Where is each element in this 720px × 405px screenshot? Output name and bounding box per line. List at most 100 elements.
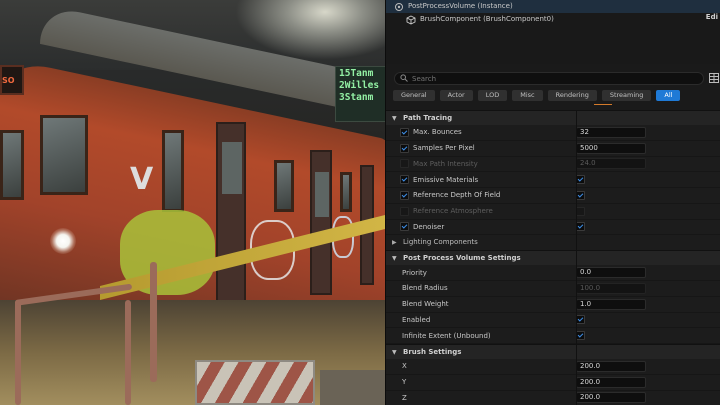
search-input[interactable] [412,74,662,83]
property-label: Infinite Extent (Unbound) [402,331,491,340]
tree-item-label: BrushComponent (BrushComponent0) [420,15,554,23]
train-window [340,172,352,212]
property-label: X [402,362,407,371]
grid-view-icon[interactable] [709,72,719,84]
handrail-post [150,262,157,382]
category-ppv-settings[interactable]: ▼ Post Process Volume Settings [386,250,720,266]
category-path-tracing[interactable]: ▼ Path Tracing [386,110,720,125]
property-blend-weight: Blend Weight 1.0 [386,296,720,313]
property-enabled: Enabled [386,312,720,329]
max-path-intensity-field[interactable]: 24.0 [576,158,646,170]
filter-tab-streaming[interactable]: Streaming [601,90,652,101]
brush-x-field[interactable]: 200.0 [576,360,646,372]
train-door [310,150,332,295]
override-checkbox[interactable] [400,143,409,153]
search-box[interactable] [394,72,704,85]
property-blend-radius: Blend Radius 100.0 [386,281,720,297]
details-panel: PostProcessVolume (Instance) BrushCompon… [385,0,720,405]
blend-weight-field[interactable]: 1.0 [576,298,646,310]
destination-line: 2Willes [339,80,380,91]
tree-item-label: PostProcessVolume (Instance) [408,2,513,10]
tree-item-root[interactable]: PostProcessVolume (Instance) [386,0,720,13]
enabled-checkbox[interactable] [576,315,585,325]
priority-field[interactable]: 0.0 [576,267,646,279]
property-reference-atmosphere: Reference Atmosphere [386,203,720,220]
reference-dof-checkbox[interactable] [576,190,585,200]
property-label: Priority [402,268,427,277]
brush-z-field[interactable]: 200.0 [576,392,646,404]
actor-icon [394,2,404,12]
property-label: Reference Depth Of Field [413,191,501,200]
property-label: Emissive Materials [413,175,479,184]
property-infinite-extent: Infinite Extent (Unbound) [386,328,720,344]
property-label: Max Path Intensity [413,159,478,168]
cube-icon [406,14,416,25]
override-checkbox[interactable] [400,159,409,169]
category-lighting-components[interactable]: ▶ Lighting Components [386,235,720,251]
samples-per-pixel-field[interactable]: 5000 [576,142,646,154]
train-logo: V [130,162,154,197]
destination-line: 3Stanm [339,92,374,103]
blend-radius-field[interactable]: 100.0 [576,282,646,294]
edit-link[interactable]: Edi [706,13,718,21]
handrail-post [125,300,131,405]
filter-tab-misc[interactable]: Misc [512,90,543,101]
column-divider[interactable] [576,110,577,405]
reference-atmosphere-checkbox[interactable] [576,206,585,216]
category-title: Path Tracing [403,113,453,122]
safety-barrier [195,360,315,405]
property-denoiser: Denoiser [386,219,720,236]
floor-tray [320,370,385,405]
filter-tab-lod[interactable]: LOD [477,90,508,101]
filter-indicator [594,104,612,105]
property-emissive-materials: Emissive Materials [386,172,720,188]
filter-tab-general[interactable]: General [393,90,435,101]
category-brush-settings[interactable]: ▼ Brush Settings [386,344,720,359]
property-label: Denoiser [413,222,445,231]
filter-tabs: General Actor LOD Misc Rendering Streami… [393,90,681,101]
infinite-extent-checkbox[interactable] [576,331,585,341]
component-tree: PostProcessVolume (Instance) BrushCompon… [386,0,720,64]
property-label: Z [402,393,407,402]
search-icon [400,73,408,84]
category-title: Lighting Components [403,238,478,247]
property-label: Max. Bounces [413,128,462,137]
property-max-bounces: Max. Bounces 32 [386,125,720,141]
override-checkbox[interactable] [400,175,409,185]
train-number-plate: SO [0,65,24,95]
property-brush-y: Y 200.0 [386,374,720,391]
override-checkbox[interactable] [400,190,409,200]
filter-tab-all[interactable]: All [656,90,681,101]
override-checkbox[interactable] [400,206,409,216]
filter-tab-rendering[interactable]: Rendering [547,90,597,101]
train-window [40,115,88,195]
chevron-down-icon: ▼ [392,114,397,122]
property-brush-x: X 200.0 [386,359,720,375]
level-viewport[interactable]: V SO 15Tanm 2Willes 3Stanm [0,0,385,405]
override-checkbox[interactable] [400,127,409,137]
property-priority: Priority 0.0 [386,265,720,281]
category-title: Brush Settings [403,347,462,356]
max-bounces-field[interactable]: 32 [576,126,646,138]
train-headlight [50,228,76,254]
destination-line: 15Tanm [339,68,374,79]
property-label: Blend Radius [402,284,448,293]
train-window [0,130,24,200]
property-brush-z: Z 200.0 [386,390,720,405]
property-list: ▼ Path Tracing Max. Bounces 32 Samples P… [386,110,720,405]
emissive-materials-checkbox[interactable] [576,175,585,185]
handrail-post [15,300,21,405]
tree-item-child[interactable]: BrushComponent (BrushComponent0) [386,13,720,26]
filter-tab-actor[interactable]: Actor [439,90,473,101]
property-label: Y [402,378,407,387]
chevron-down-icon: ▼ [392,254,397,262]
chevron-down-icon: ▼ [392,348,397,356]
denoiser-checkbox[interactable] [576,222,585,232]
category-title: Post Process Volume Settings [403,253,521,262]
property-samples-per-pixel: Samples Per Pixel 5000 [386,140,720,157]
property-label: Blend Weight [402,300,449,309]
override-checkbox[interactable] [400,222,409,232]
property-max-path-intensity: Max Path Intensity 24.0 [386,156,720,173]
property-label: Enabled [402,315,431,324]
brush-y-field[interactable]: 200.0 [576,376,646,388]
